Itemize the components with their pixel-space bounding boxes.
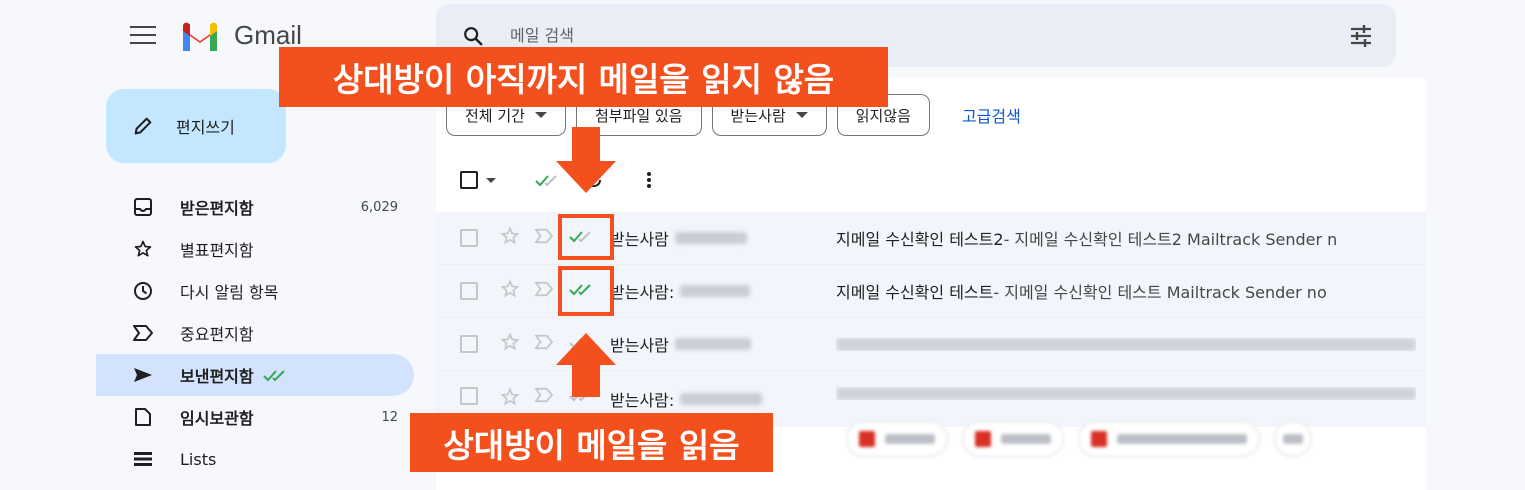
chip-label: 읽지않음 (855, 106, 911, 125)
select-all-checkbox[interactable] (460, 171, 478, 189)
image-file-icon (859, 431, 875, 447)
row-checkbox[interactable] (460, 282, 478, 300)
row-checkbox[interactable] (460, 335, 478, 353)
list-toolbar (446, 162, 652, 198)
arrow-up-icon (556, 333, 616, 397)
email-snippet: - 지메일 수신확인 테스트2 Mailtrack Sender n (1003, 230, 1338, 249)
arrow-down-icon (556, 127, 616, 193)
sidebar-item-label: 중요편지함 (180, 325, 254, 344)
star-icon[interactable] (500, 387, 520, 407)
blurred-subject (836, 337, 1416, 351)
inbox-icon (134, 198, 152, 216)
caret-down-icon (795, 112, 808, 118)
sender-label: 받는사람: (610, 283, 675, 302)
select-caret-icon[interactable] (486, 177, 496, 183)
row-checkbox[interactable] (460, 229, 478, 247)
chip-label: 첨부파일 있음 (594, 106, 683, 125)
compose-button[interactable]: 편지쓰기 (106, 89, 286, 163)
email-snippet: - 지메일 수신확인 테스트 Mailtrack Sender no (993, 283, 1327, 302)
email-subject: 지메일 수신확인 테스트 (836, 283, 994, 302)
sidebar-item-snoozed[interactable]: 다시 알림 항목 (96, 270, 414, 312)
important-icon (133, 325, 153, 341)
sidebar-item-drafts[interactable]: 임시보관함 12 (96, 396, 414, 438)
blurred-recipient (680, 285, 751, 297)
important-icon[interactable] (534, 387, 554, 403)
draft-count: 12 (381, 409, 398, 425)
gmail-m-icon (183, 22, 217, 51)
pencil-icon (134, 117, 152, 135)
annotation-not-read: 상대방이 아직까지 메일을 읽지 않음 (279, 47, 888, 107)
sender-label: 받는사람 (610, 336, 669, 355)
blurred-recipient (674, 338, 751, 350)
search-input[interactable] (510, 26, 1348, 45)
sidebar-item-label: 보낸편지함 (180, 367, 254, 386)
sidebar-item-label: 다시 알림 항목 (180, 283, 279, 302)
blurred-recipient (680, 393, 763, 405)
blurred-filename (1001, 434, 1051, 444)
important-icon[interactable] (534, 228, 554, 244)
search-icon[interactable] (462, 25, 484, 47)
sidebar-item-label: Lists (180, 449, 217, 469)
chip-label: 전체 기간 (465, 106, 525, 125)
attachment-chip[interactable] (846, 421, 948, 457)
more-attachments-chip[interactable] (1274, 421, 1312, 457)
draft-icon (135, 408, 151, 426)
email-subject: 지메일 수신확인 테스트2 (836, 230, 1004, 249)
row-checkbox[interactable] (460, 387, 478, 405)
unread-count: 6,029 (360, 199, 398, 215)
lists-icon (134, 452, 152, 466)
star-icon (134, 240, 152, 257)
attachment-chips (846, 421, 1312, 457)
unread-highlight-box (558, 214, 614, 260)
compose-label: 편지쓰기 (176, 118, 235, 137)
blurred-count (1283, 434, 1303, 444)
clock-icon (134, 282, 152, 300)
important-icon[interactable] (534, 334, 554, 350)
read-highlight-box (558, 266, 614, 316)
blurred-filename (885, 434, 935, 444)
main-menu-icon[interactable] (130, 26, 156, 46)
sidebar-item-label: 임시보관함 (180, 409, 254, 428)
sidebar-item-sent[interactable]: 보낸편지함 (96, 354, 414, 396)
blurred-recipient (674, 232, 747, 244)
image-file-icon (1091, 431, 1107, 447)
sidebar-item-label: 별표편지함 (180, 241, 254, 260)
sidebar-item-inbox[interactable]: 받은편지함 6,029 (96, 186, 414, 228)
sender-label: 받는사람: (610, 391, 675, 410)
sender-label: 받는사람 (610, 230, 669, 249)
sidebar-item-lists[interactable]: Lists (96, 438, 414, 480)
sidebar-item-starred[interactable]: 별표편지함 (96, 228, 414, 270)
search-options-icon[interactable] (1348, 24, 1374, 48)
star-icon[interactable] (500, 279, 520, 299)
advanced-search-link[interactable]: 고급검색 (962, 103, 1021, 127)
sidebar-item-label: 받은편지함 (180, 199, 254, 218)
more-vert-icon[interactable] (646, 170, 652, 190)
sidebar-nav: 받은편지함 6,029 별표편지함 다시 알림 항목 중요편지함 보낸편지함 임… (96, 186, 414, 480)
double-check-icon (262, 370, 285, 382)
annotation-read: 상대방이 메일을 읽음 (410, 413, 773, 472)
chip-label: 받는사람 (730, 106, 786, 125)
blurred-filename (1117, 434, 1247, 444)
caret-down-icon (534, 112, 547, 118)
important-icon[interactable] (534, 281, 554, 297)
blurred-subject (836, 387, 1416, 400)
attachment-chip[interactable] (1078, 421, 1260, 457)
attachment-chip[interactable] (962, 421, 1064, 457)
sidebar-item-important[interactable]: 중요편지함 (96, 312, 414, 354)
image-file-icon (975, 431, 991, 447)
star-icon[interactable] (500, 332, 520, 352)
send-icon (134, 368, 152, 382)
star-icon[interactable] (500, 226, 520, 246)
